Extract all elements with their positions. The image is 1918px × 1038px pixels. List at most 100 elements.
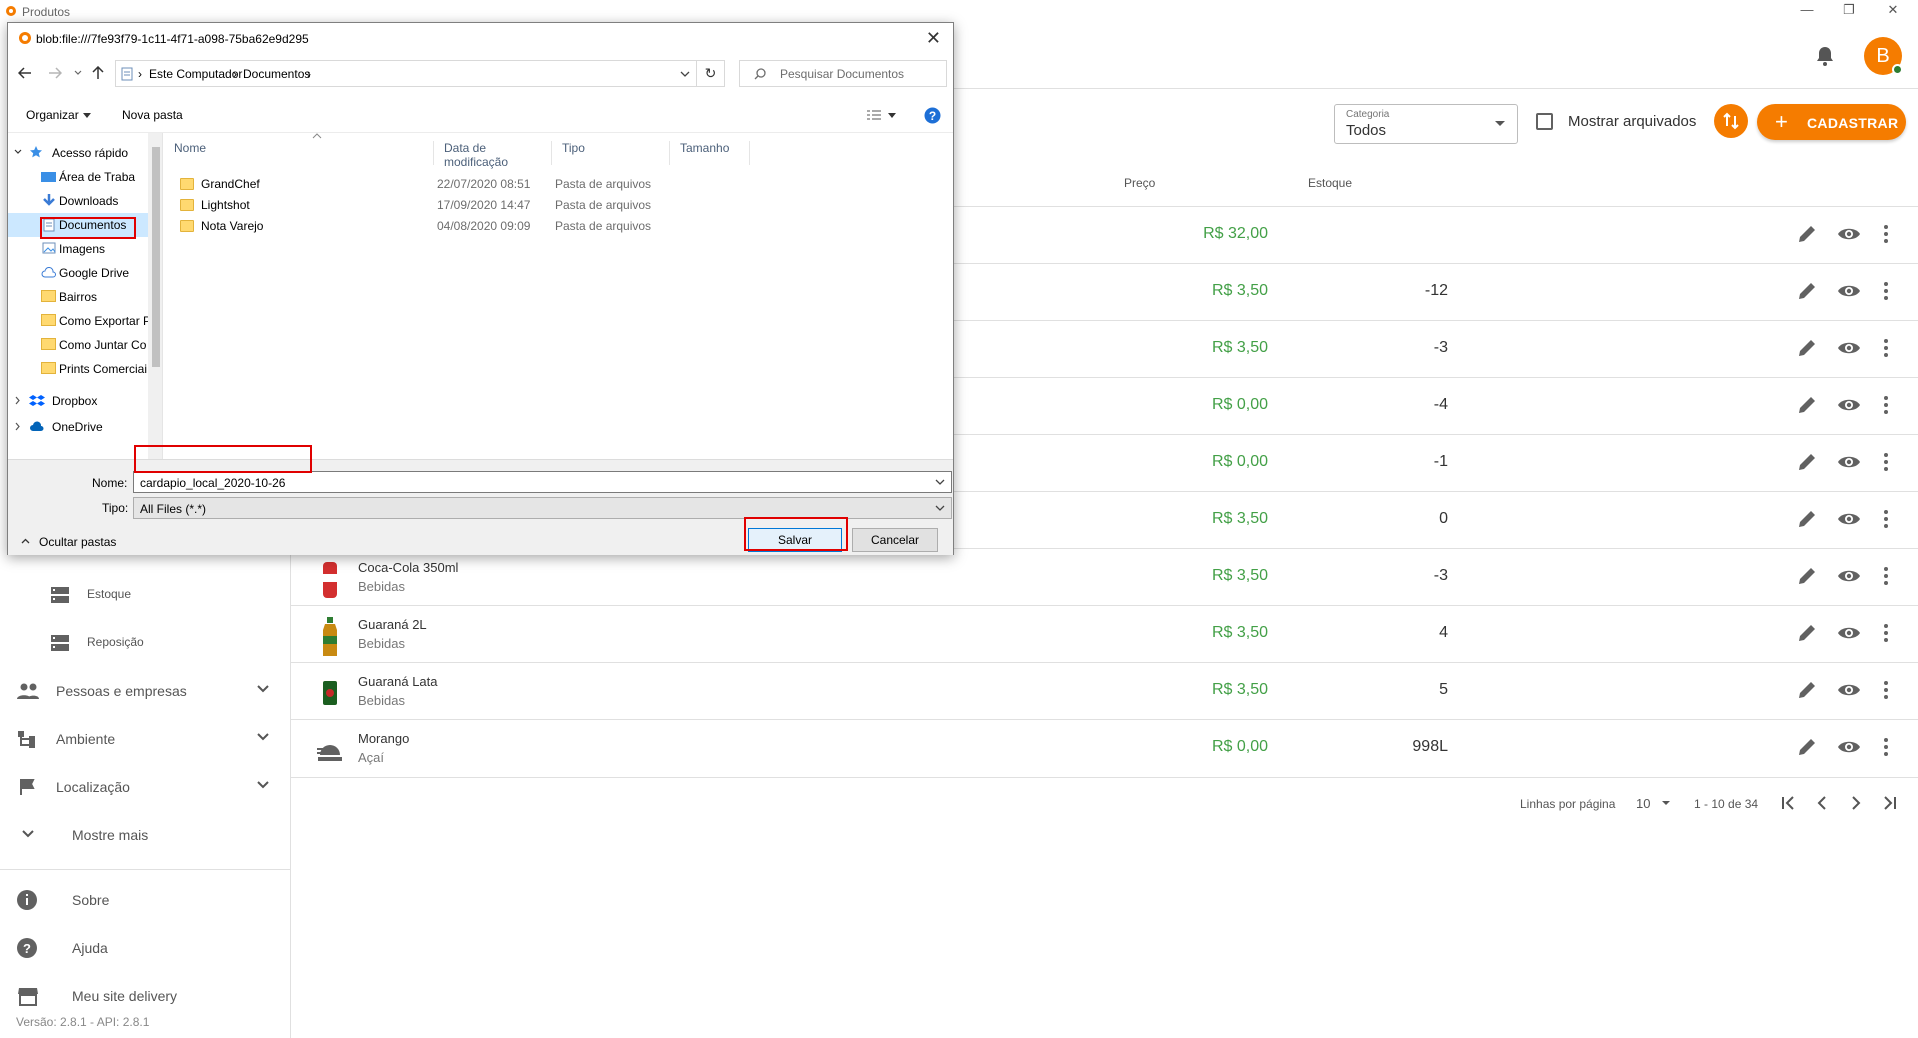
edit-pencil-icon[interactable] xyxy=(1796,508,1818,530)
view-eye-icon[interactable] xyxy=(1837,223,1861,245)
view-eye-icon[interactable] xyxy=(1837,337,1861,359)
view-eye-icon[interactable] xyxy=(1837,451,1861,473)
expand-chevron-icon[interactable] xyxy=(15,422,21,431)
more-options-icon[interactable] xyxy=(1883,223,1889,245)
nav-item-prints-comerciais[interactable]: Prints Comerciai xyxy=(8,357,148,381)
table-row[interactable]: Coca-Cola 350ml Bebidas R$ 3,50 -3 xyxy=(290,548,1918,605)
back-arrow-icon[interactable] xyxy=(18,67,32,79)
nav-item-bairros[interactable]: Bairros xyxy=(8,285,148,309)
nav-item-imagens[interactable]: Imagens xyxy=(8,237,148,261)
file-list-item[interactable]: Lightshot 17/09/2020 14:47 Pasta de arquiv… xyxy=(164,195,704,215)
sidebar-item-pessoas[interactable]: Pessoas e empresas xyxy=(0,671,290,711)
sidebar-item-meu-site[interactable]: Meu site delivery xyxy=(0,976,290,1016)
more-options-icon[interactable] xyxy=(1883,622,1889,644)
edit-pencil-icon[interactable] xyxy=(1796,223,1818,245)
nav-item-como-exportar[interactable]: Como Exportar P xyxy=(8,309,148,333)
table-row[interactable]: Morango Açaí R$ 0,00 998L xyxy=(290,719,1918,776)
up-arrow-icon[interactable] xyxy=(92,66,104,80)
view-eye-icon[interactable] xyxy=(1837,679,1861,701)
search-documents-input[interactable]: Pesquisar Documentos xyxy=(739,60,947,87)
sort-button[interactable] xyxy=(1714,104,1748,138)
sidebar-item-estoque[interactable]: Estoque xyxy=(0,575,290,615)
sidebar-item-mostre-mais[interactable]: Mostre mais xyxy=(0,815,290,855)
new-folder-button[interactable]: Nova pasta xyxy=(122,108,183,122)
nav-item-dropbox[interactable]: Dropbox xyxy=(8,389,148,413)
view-eye-icon[interactable] xyxy=(1837,508,1861,530)
category-select[interactable]: Categoria Todos xyxy=(1334,104,1518,144)
first-page-icon[interactable] xyxy=(1778,793,1798,813)
restore-button[interactable]: ❐ xyxy=(1834,2,1864,18)
nav-item-como-juntar[interactable]: Como Juntar Co xyxy=(8,333,148,357)
nav-item-onedrive[interactable]: OneDrive xyxy=(8,415,148,439)
address-bar[interactable]: › Este Computador › Documentos › xyxy=(115,60,697,87)
breadcrumb-documentos[interactable]: Documentos xyxy=(243,67,310,81)
name-column-header[interactable]: Nome xyxy=(164,141,434,165)
dialog-close-icon[interactable]: ✕ xyxy=(926,28,941,49)
view-eye-icon[interactable] xyxy=(1837,394,1861,416)
more-options-icon[interactable] xyxy=(1883,337,1889,359)
next-page-icon[interactable] xyxy=(1846,793,1866,813)
view-eye-icon[interactable] xyxy=(1837,280,1861,302)
nav-item-google-drive[interactable]: Google Drive xyxy=(8,261,148,285)
view-eye-icon[interactable] xyxy=(1837,622,1861,644)
nav-scrollbar-thumb[interactable] xyxy=(152,147,160,367)
more-options-icon[interactable] xyxy=(1883,394,1889,416)
edit-pencil-icon[interactable] xyxy=(1796,394,1818,416)
close-window-button[interactable]: ✕ xyxy=(1878,2,1908,18)
bell-icon[interactable] xyxy=(1815,45,1835,67)
expand-chevron-icon[interactable] xyxy=(15,396,21,405)
expand-chevron-icon[interactable] xyxy=(14,149,22,155)
cancel-button[interactable]: Cancelar xyxy=(852,528,938,552)
filename-input[interactable]: cardapio_local_2020-10-26 xyxy=(133,471,952,493)
date-column-header[interactable]: Data de modificação xyxy=(434,141,552,169)
breadcrumb-este-computador[interactable]: Este Computador xyxy=(149,67,242,81)
add-product-button[interactable]: + CADASTRAR xyxy=(1757,104,1906,140)
more-options-icon[interactable] xyxy=(1883,280,1889,302)
show-archived-checkbox[interactable] xyxy=(1536,113,1553,130)
sidebar-item-localizacao[interactable]: Localização xyxy=(0,767,290,807)
file-list-item[interactable]: Nota Varejo 04/08/2020 09:09 Pasta de arqu… xyxy=(164,216,704,236)
table-row[interactable]: Guaraná Lata Bebidas R$ 3,50 5 xyxy=(290,662,1918,719)
rows-per-page-select[interactable]: 10 xyxy=(1636,796,1650,811)
stock-column-header[interactable]: Estoque xyxy=(1308,176,1352,190)
more-options-icon[interactable] xyxy=(1883,679,1889,701)
edit-pencil-icon[interactable] xyxy=(1796,736,1818,758)
filetype-select[interactable]: All Files (*.*) xyxy=(133,497,952,519)
sidebar-item-sobre[interactable]: Sobre xyxy=(0,880,290,920)
sidebar-item-reposicao[interactable]: Reposição xyxy=(0,623,290,663)
table-row[interactable]: Guaraná 2L Bebidas R$ 3,50 4 xyxy=(290,605,1918,662)
edit-pencil-icon[interactable] xyxy=(1796,451,1818,473)
nav-item-acesso-rapido[interactable]: Acesso rápido xyxy=(8,141,148,165)
previous-page-icon[interactable] xyxy=(1812,793,1832,813)
edit-pencil-icon[interactable] xyxy=(1796,679,1818,701)
forward-arrow-icon[interactable] xyxy=(48,67,62,79)
price-column-header[interactable]: Preço xyxy=(1124,176,1155,190)
more-options-icon[interactable] xyxy=(1883,451,1889,473)
view-options-icon[interactable] xyxy=(866,109,882,121)
refresh-button[interactable]: ↻ xyxy=(696,60,725,87)
edit-pencil-icon[interactable] xyxy=(1796,565,1818,587)
sidebar-item-ajuda[interactable]: ? Ajuda xyxy=(0,928,290,968)
type-column-header[interactable]: Tipo xyxy=(552,141,670,165)
filename-dropdown-icon[interactable] xyxy=(935,479,945,486)
more-options-icon[interactable] xyxy=(1883,508,1889,530)
edit-pencil-icon[interactable] xyxy=(1796,337,1818,359)
file-list-item[interactable]: GrandChef 22/07/2020 08:51 Pasta de arquiv… xyxy=(164,174,704,194)
edit-pencil-icon[interactable] xyxy=(1796,622,1818,644)
edit-pencil-icon[interactable] xyxy=(1796,280,1818,302)
minimize-button[interactable]: — xyxy=(1792,2,1822,17)
help-icon[interactable]: ? xyxy=(924,107,941,124)
nav-item-downloads[interactable]: Downloads xyxy=(8,189,148,213)
view-eye-icon[interactable] xyxy=(1837,736,1861,758)
size-column-header[interactable]: Tamanho xyxy=(670,141,750,165)
nav-item-area-de-trabalho[interactable]: Área de Traba xyxy=(8,165,148,189)
address-dropdown-icon[interactable] xyxy=(680,71,690,78)
organize-menu[interactable]: Organizar xyxy=(26,108,79,122)
view-chevron-icon[interactable] xyxy=(888,113,896,118)
sidebar-item-ambiente[interactable]: Ambiente xyxy=(0,719,290,759)
recent-chevron-icon[interactable] xyxy=(74,70,82,76)
more-options-icon[interactable] xyxy=(1883,736,1889,758)
last-page-icon[interactable] xyxy=(1880,793,1900,813)
more-options-icon[interactable] xyxy=(1883,565,1889,587)
view-eye-icon[interactable] xyxy=(1837,565,1861,587)
